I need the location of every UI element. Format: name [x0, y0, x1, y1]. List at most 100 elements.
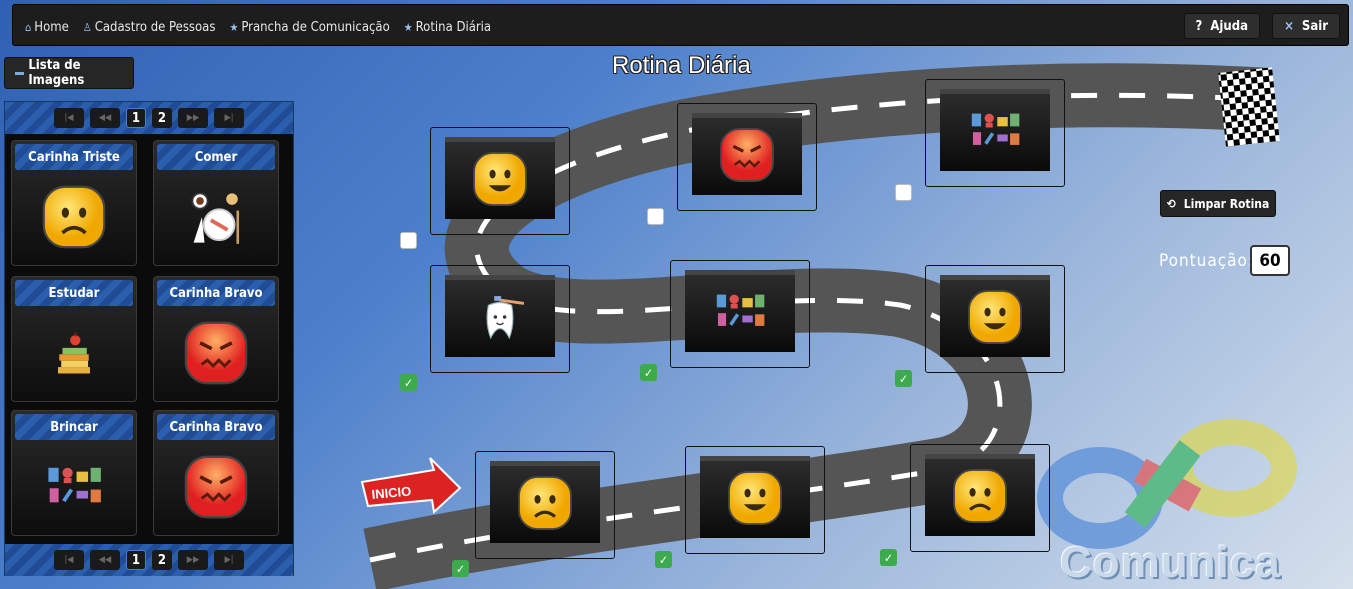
happy-face-image — [469, 148, 531, 214]
image-card[interactable]: Estudar — [11, 276, 137, 402]
help-button[interactable]: ? Ajuda — [1183, 13, 1260, 39]
prev-page-button[interactable]: ◀◀ — [90, 550, 120, 570]
last-page-button[interactable]: ▶| — [214, 550, 244, 570]
play-image — [42, 455, 106, 523]
routine-checkbox[interactable]: ✓ — [452, 560, 469, 577]
star-icon: ★ — [403, 20, 413, 34]
next-page-button[interactable]: ▶▶ — [178, 108, 208, 128]
play-image — [966, 102, 1024, 164]
image-card-title: Comer — [157, 144, 275, 170]
page-2-button[interactable]: 2 — [152, 108, 172, 128]
sad-face-image — [949, 465, 1011, 531]
routine-slot-frame — [490, 461, 600, 543]
routine-slot[interactable] — [925, 265, 1065, 373]
routine-slot[interactable] — [910, 444, 1050, 552]
infinity-logo — [1037, 419, 1297, 549]
exit-button[interactable]: × Sair — [1272, 13, 1340, 39]
routine-slot-frame — [940, 275, 1050, 357]
star-icon: ★ — [229, 20, 239, 34]
play-image — [711, 283, 769, 345]
score-label: Pontuação: — [1159, 251, 1255, 271]
routine-slot-frame — [940, 89, 1050, 171]
happy-face-image — [964, 286, 1026, 352]
home-icon: ⌂ — [25, 20, 32, 34]
routine-slot-frame — [445, 275, 555, 357]
routine-checkbox[interactable]: ✓ — [880, 549, 897, 566]
pager-top: |◀ ◀◀ 1 2 ▶▶ ▶| — [5, 102, 293, 134]
routine-slot[interactable] — [925, 79, 1065, 187]
minus-icon — [15, 71, 25, 75]
image-card[interactable]: Brincar — [11, 410, 137, 536]
clear-routine-label: Limpar Rotina — [1183, 196, 1270, 211]
image-card-title: Carinha Bravo — [157, 414, 275, 440]
page-1-button[interactable]: 1 — [126, 550, 146, 570]
user-icon: ♙ — [82, 20, 92, 34]
last-page-button[interactable]: ▶| — [214, 108, 244, 128]
nav-item-rotina-diária[interactable]: ★ Rotina Diária — [404, 20, 491, 35]
routine-checkbox[interactable]: ✓ — [640, 364, 657, 381]
routine-slot-frame — [700, 456, 810, 538]
exit-label: Sair — [1301, 18, 1328, 34]
routine-slot[interactable] — [475, 451, 615, 559]
routine-checkbox[interactable]: ✓ — [655, 551, 672, 568]
image-list-toggle-button[interactable]: Lista de Imagens — [4, 57, 134, 89]
nav-item-label: Prancha de Comunicação — [241, 19, 390, 35]
next-page-button[interactable]: ▶▶ — [178, 550, 208, 570]
routine-slot[interactable] — [677, 103, 817, 211]
routine-checkbox[interactable] — [400, 232, 417, 249]
image-card[interactable]: Carinha Bravo — [153, 410, 279, 536]
image-card-title: Brincar — [15, 414, 133, 440]
score-value: 60 — [1250, 245, 1290, 276]
angry-face-image — [716, 124, 778, 190]
nav-item-cadastro-de-pessoas[interactable]: ♙ Cadastro de Pessoas — [83, 20, 216, 35]
routine-slot-frame — [925, 454, 1035, 536]
pager-bottom: |◀ ◀◀ 1 2 ▶▶ ▶| — [5, 544, 293, 576]
first-page-button[interactable]: |◀ — [54, 108, 84, 128]
routine-checkbox[interactable]: ✓ — [895, 370, 912, 387]
image-card-title: Carinha Bravo — [157, 280, 275, 306]
sad-face-image — [38, 181, 110, 257]
image-card-title: Estudar — [15, 280, 133, 306]
page-2-button[interactable]: 2 — [152, 550, 172, 570]
nav-item-label: Home — [34, 19, 69, 35]
routine-checkbox[interactable]: ✓ — [400, 374, 417, 391]
eat-image — [184, 185, 248, 253]
routine-slot[interactable] — [685, 446, 825, 554]
nav-item-label: Rotina Diária — [415, 19, 492, 35]
routine-checkbox[interactable] — [895, 184, 912, 201]
routine-slot[interactable] — [430, 265, 570, 373]
nav-item-home[interactable]: ⌂ Home — [25, 20, 69, 35]
first-page-button[interactable]: |◀ — [54, 550, 84, 570]
clear-routine-button[interactable]: ⟲ Limpar Rotina — [1160, 190, 1276, 217]
start-arrow: INICIO — [360, 457, 462, 514]
nav-item-prancha-de-comunicação[interactable]: ★ Prancha de Comunicação — [229, 20, 389, 35]
angry-face-image — [180, 317, 252, 393]
page-1-button[interactable]: 1 — [126, 108, 146, 128]
brand-logo: Comunica — [1060, 538, 1281, 587]
routine-slot-frame — [685, 270, 795, 352]
routine-slot[interactable] — [430, 127, 570, 235]
sad-face-image — [514, 472, 576, 538]
image-list-toggle-label: Lista de Imagens — [28, 58, 85, 88]
image-card[interactable]: Comer — [153, 140, 279, 266]
image-card[interactable]: Carinha Triste — [11, 140, 137, 266]
routine-slot-frame — [692, 113, 802, 195]
angry-face-image — [180, 451, 252, 527]
routine-slot-frame — [445, 137, 555, 219]
routine-slot[interactable] — [670, 260, 810, 368]
refresh-icon: ⟲ — [1166, 196, 1176, 211]
happy-face-image — [724, 467, 786, 533]
finish-flag — [1218, 67, 1280, 147]
close-icon: × — [1284, 18, 1294, 34]
image-card[interactable]: Carinha Bravo — [153, 276, 279, 402]
image-list-panel: |◀ ◀◀ 1 2 ▶▶ ▶| Carinha Triste Comer Estudar Car… — [4, 101, 294, 576]
image-card-title: Carinha Triste — [15, 144, 133, 170]
nav-item-label: Cadastro de Pessoas — [94, 19, 216, 35]
help-label: Ajuda — [1210, 18, 1248, 34]
page-title: Rotina Diária — [612, 52, 751, 79]
help-icon: ? — [1195, 18, 1203, 34]
main-nav: ⌂ Home ♙ Cadastro de Pessoas ★ Prancha de Com… — [25, 16, 505, 35]
prev-page-button[interactable]: ◀◀ — [90, 108, 120, 128]
routine-checkbox[interactable] — [647, 208, 664, 225]
brush-teeth-image — [471, 288, 529, 350]
